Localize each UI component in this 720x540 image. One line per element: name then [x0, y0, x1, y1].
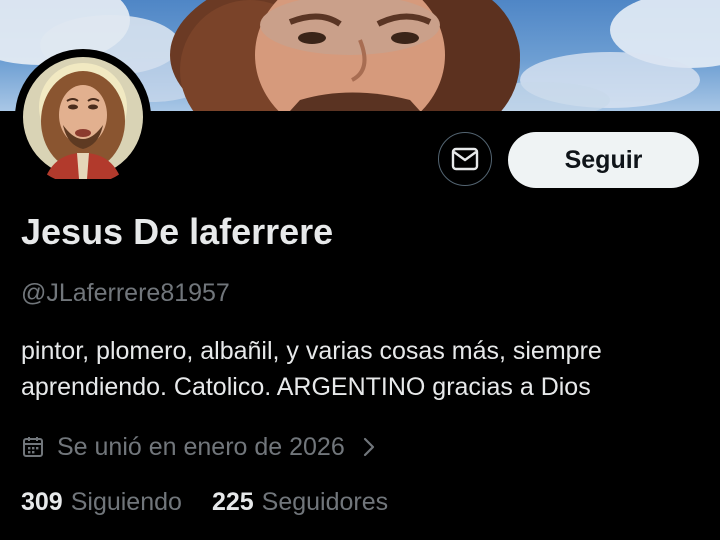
bio-line: pintor, plomero, albañil, y varias cosas…: [21, 337, 602, 365]
display-name: Jesus De laferrere: [21, 211, 334, 252]
profile-page: Seguir Jesus De laferrere @JLaferrere819…: [0, 0, 720, 540]
chevron-right-icon: [363, 437, 375, 457]
envelope-icon: [451, 147, 479, 171]
following-label: Siguiendo: [70, 488, 182, 516]
follow-button[interactable]: Seguir: [508, 132, 699, 188]
followers-count: 225: [211, 488, 254, 516]
following-count: 309: [21, 488, 63, 516]
bio-line: aprendiendo. Catolico. ARGENTINO gracias…: [21, 373, 591, 401]
follow-stats: 309 Siguiendo 225 Seguidores: [21, 488, 418, 517]
following-stat[interactable]: 309 Siguiendo: [21, 488, 182, 517]
profile-bio: pintor, plomero, albañil, y varias cosas…: [21, 333, 711, 405]
join-date-row[interactable]: Se unió en enero de 2026: [22, 431, 375, 463]
message-button[interactable]: [438, 132, 492, 186]
calendar-icon: [22, 436, 44, 458]
join-date-text: Se unió en enero de 2026: [57, 432, 345, 461]
username-handle: @JLaferrere81957: [21, 279, 230, 307]
followers-stat[interactable]: 225 Seguidores: [212, 488, 388, 517]
profile-avatar[interactable]: [15, 49, 151, 185]
followers-label: Seguidores: [261, 488, 389, 516]
